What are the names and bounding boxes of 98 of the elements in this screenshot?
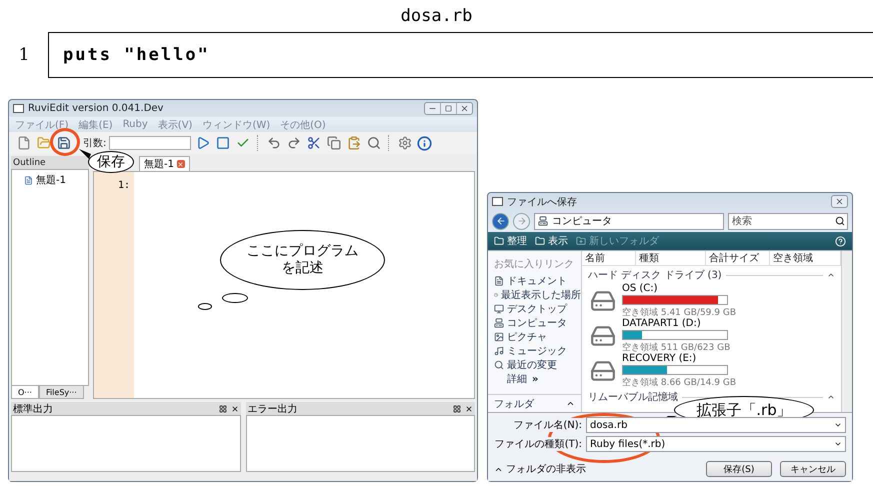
- drive-item[interactable]: RECOVERY (E:) 空き領域 8.66 GB/14.9 GB: [582, 353, 841, 388]
- dropdown-icon: [834, 421, 842, 429]
- computer-icon: [494, 318, 504, 328]
- toolbar-button[interactable]: 表示: [535, 234, 568, 248]
- column-header[interactable]: 種類: [636, 251, 706, 265]
- search-icon[interactable]: [365, 134, 382, 152]
- highlight-circle: [50, 128, 80, 156]
- args-label: 引数:: [83, 137, 106, 150]
- panel-title: Outline: [11, 156, 89, 169]
- panel-title: エラー出力: [248, 402, 298, 416]
- folder-icon: [535, 236, 545, 246]
- close-icon[interactable]: [230, 404, 238, 412]
- group-title[interactable]: リムーバブル記憶域: [588, 390, 678, 404]
- save-icon[interactable]: [55, 134, 72, 152]
- callout-text: 保存: [97, 154, 125, 170]
- more-arrow[interactable]: »: [532, 374, 538, 384]
- dialog-title: ファイルへ保存: [507, 196, 577, 208]
- arrow-left-icon: [496, 216, 506, 226]
- drive-name: OS (C:): [622, 282, 659, 294]
- collapse-icon[interactable]: [827, 393, 835, 401]
- line-number: 1:: [116, 180, 130, 191]
- music-icon: [494, 346, 504, 356]
- cancel-button[interactable]: キャンセル: [780, 461, 846, 477]
- search-icon: [494, 360, 504, 370]
- window-icon: [492, 197, 503, 206]
- window-title: RuviEdit version 0.041.Dev: [28, 103, 164, 114]
- nav-heading: お気に入りリンク: [494, 258, 575, 271]
- drive-name: RECOVERY (E:): [622, 352, 698, 364]
- filetype-dropdown[interactable]: Ruby files(*.rb): [586, 436, 846, 452]
- close-button[interactable]: [831, 195, 848, 208]
- new-folder-icon: [576, 236, 586, 246]
- close-icon: [460, 104, 469, 113]
- drive-item[interactable]: DATAPART1 (D:) 空き領域 511 GB/623 GB: [582, 318, 841, 353]
- scissors-icon[interactable]: [305, 134, 322, 152]
- field-label: ファイルの種類(T):: [494, 437, 582, 451]
- args-field[interactable]: [109, 136, 192, 150]
- line-number: 1: [0, 32, 49, 78]
- close-button[interactable]: [176, 160, 185, 168]
- search-icon: [835, 216, 845, 226]
- nav-link[interactable]: コンピュータ: [494, 316, 581, 330]
- window-icon: [13, 104, 24, 113]
- callout-text: を記述: [282, 260, 324, 277]
- breadcrumb[interactable]: コンピュータ: [552, 214, 612, 228]
- info-icon[interactable]: [416, 134, 434, 152]
- filename-field[interactable]: dosa.rb: [586, 417, 846, 433]
- nav-link[interactable]: 最近表示した場所: [494, 288, 581, 302]
- listing-title: dosa.rb: [400, 6, 472, 26]
- column-header[interactable]: 合計サイズ: [706, 251, 770, 265]
- picture-icon: [494, 332, 504, 342]
- save-button[interactable]: 保存(S): [706, 461, 772, 477]
- free-space: 空き領域 511 GB/623 GB: [622, 342, 730, 353]
- dropdown-icon: [834, 440, 842, 448]
- nav-link[interactable]: ドキュメント: [494, 274, 581, 288]
- tree-item[interactable]: 無題-1: [24, 173, 66, 187]
- nav-link[interactable]: デスクトップ: [494, 302, 581, 316]
- nav-link[interactable]: ピクチャ: [494, 330, 581, 344]
- address-bar[interactable]: コンピュータ: [534, 212, 724, 230]
- hide-folders-button[interactable]: フォルダの非表示: [494, 462, 586, 476]
- clock-icon: [494, 290, 498, 300]
- gear-icon[interactable]: [396, 134, 414, 152]
- group-title[interactable]: ハード ディスク ドライブ (3): [588, 268, 722, 282]
- close-icon: [835, 197, 844, 206]
- nav-link[interactable]: ミュージック: [494, 344, 581, 358]
- back-button[interactable]: [492, 212, 509, 230]
- more-link[interactable]: 詳細: [507, 372, 527, 386]
- code-line: puts "hello": [63, 45, 210, 65]
- restore-icon[interactable]: [453, 404, 461, 412]
- editor-tab[interactable]: 無題-1: [139, 156, 190, 171]
- panel-tab[interactable]: O···: [11, 386, 39, 399]
- callout-text: 拡張子「.rb」: [696, 401, 792, 419]
- column-header[interactable]: 名前: [582, 251, 636, 265]
- drive-item[interactable]: OS (C:) 空き領域 5.41 GB/59.9 GB: [582, 283, 841, 318]
- callout-text: ここにプログラム: [246, 243, 358, 260]
- chevron-up-icon: [566, 399, 575, 408]
- free-space: 空き領域 5.41 GB/59.9 GB: [622, 306, 736, 318]
- toolbar-button[interactable]: 整理: [494, 234, 527, 248]
- arrow-right-icon: [516, 216, 526, 226]
- monitor-icon: [494, 304, 504, 314]
- close-icon: [177, 160, 184, 168]
- panel-tab[interactable]: FileSy···: [38, 386, 84, 399]
- collapse-icon[interactable]: [827, 271, 835, 279]
- close-icon[interactable]: [465, 404, 473, 412]
- nav-link[interactable]: 最近の変更: [494, 358, 581, 372]
- restore-icon[interactable]: [218, 404, 226, 412]
- stop-icon[interactable]: [214, 134, 232, 152]
- search-field[interactable]: 検索: [728, 212, 848, 230]
- help-icon[interactable]: [835, 236, 846, 246]
- panel-title: 標準出力: [13, 402, 54, 416]
- copy-icon[interactable]: [325, 134, 342, 152]
- file-icon: [24, 176, 33, 184]
- folder-icon: [494, 236, 504, 246]
- folders-label: フォルダ: [494, 398, 534, 410]
- drive-name: DATAPART1 (D:): [622, 318, 702, 328]
- maximize-icon: [445, 105, 452, 112]
- document-icon: [494, 276, 504, 286]
- open-folder-icon[interactable]: [35, 134, 52, 152]
- free-space: 空き領域 8.66 GB/14.9 GB: [622, 376, 736, 388]
- computer-icon: [538, 216, 548, 226]
